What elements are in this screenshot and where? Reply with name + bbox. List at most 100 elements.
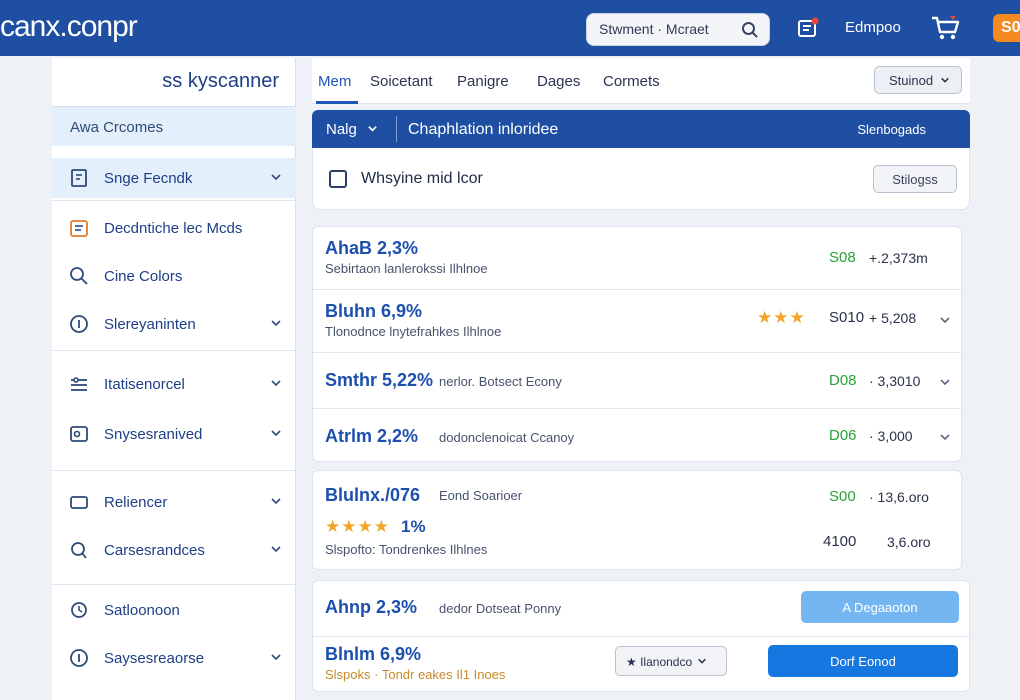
- result-row-2[interactable]: Bluhn 6,9% Tlonodnce lnytefrahkes Ilhlno…: [313, 290, 963, 352]
- chart-icon: [70, 426, 88, 442]
- results-card-1: AhaB 2,3% Sebirtaon lanlerokssi Ilhlnoe …: [312, 226, 963, 463]
- result-subtitle: dodonclenoicat Ccanoy: [439, 430, 575, 445]
- result-row-3[interactable]: Smthr 5,22% nerlor. Botsect Econy D08 · …: [313, 353, 963, 407]
- card-icon: [70, 496, 88, 509]
- chevron-down-icon[interactable]: [270, 171, 282, 183]
- header-separator: [396, 116, 397, 142]
- result-title: Ahnp 2,3%: [325, 597, 418, 617]
- chevron-down-icon[interactable]: [939, 314, 951, 326]
- sidebar-item-4[interactable]: Itatisenorcel: [52, 364, 296, 404]
- rating-stars: ★★★★: [325, 517, 390, 536]
- sidebar-item-label: Itatisenorcel: [104, 376, 185, 393]
- notifications-icon[interactable]: [796, 16, 820, 40]
- result-amount: · 3,3010: [869, 373, 921, 389]
- sidebar-item-6[interactable]: Reliencer: [52, 482, 296, 522]
- sidebar-item-label: Saysesreaorse: [104, 650, 205, 667]
- result-price: S00: [829, 488, 856, 505]
- result-price: D06: [829, 427, 857, 444]
- primary-action-button[interactable]: Dorf Eonod: [768, 645, 958, 677]
- sidebar-divider: [52, 584, 296, 585]
- sidebar-heading-label: Awa Crcomes: [70, 119, 164, 136]
- chevron-down-icon[interactable]: [270, 317, 282, 329]
- option-dropdown[interactable]: ★ Ilanondco: [615, 646, 727, 676]
- results-header-link[interactable]: Slenbogads: [857, 122, 926, 137]
- badge-button[interactable]: S0: [993, 14, 1020, 42]
- tab-0[interactable]: Mem: [318, 73, 351, 90]
- sort-dropdown[interactable]: Stuinod: [874, 66, 962, 94]
- chevron-down-icon: [940, 77, 949, 83]
- filter-button[interactable]: Stilogss: [873, 165, 957, 193]
- result-title: Atrlm 2,2%: [325, 426, 419, 446]
- sidebar-item-label: Reliencer: [104, 494, 168, 511]
- filter-checkbox[interactable]: [329, 170, 347, 188]
- tab-bar: Mem Soicetant Panigre Dages Cormets Stui…: [312, 58, 970, 104]
- sidebar-item-0[interactable]: Snge Fecndk: [52, 158, 296, 198]
- chevron-down-icon[interactable]: [270, 495, 282, 507]
- results-card-2[interactable]: Blulnx./076 Eond Soarioer S00 · 13,6.oro…: [312, 470, 962, 570]
- sidebar-item-label: Slereyaninten: [104, 316, 196, 333]
- sidebar-item-1[interactable]: Decdntiche lec Mcds: [52, 208, 296, 248]
- results-header-menu-label: Nalg: [326, 121, 357, 138]
- rating-stars: ★★★: [757, 308, 806, 327]
- results-header-title: Chaphlation inloridee: [408, 121, 559, 138]
- action-button-light[interactable]: A Degaaoton: [801, 591, 959, 623]
- chevron-down-icon: [698, 658, 707, 664]
- result-row-6[interactable]: Ahnp 2,3% dedor Dotseat Ponny A Degaaoto…: [313, 581, 963, 635]
- sidebar-item-2[interactable]: Cine Colors: [52, 256, 296, 296]
- result-subtitle: dedor Dotseat Ponny: [439, 601, 562, 616]
- result-price: D08: [829, 372, 857, 389]
- tab-3[interactable]: Dages: [537, 73, 580, 90]
- sidebar-heading: Awa Crcomes: [52, 106, 296, 146]
- location-icon: [71, 542, 87, 559]
- result-row-7[interactable]: Blnlm 6,9% Slspoks · Tondr eakes Il1 Ino…: [313, 637, 963, 693]
- active-tab-indicator: [316, 101, 358, 104]
- search-box[interactable]: [586, 13, 770, 46]
- sidebar-item-3[interactable]: Slereyaninten: [52, 304, 296, 344]
- result-row-4[interactable]: Atrlm 2,2% dodonclenoicat Ccanoy D06 · 3…: [313, 409, 963, 463]
- chevron-down-icon[interactable]: [270, 427, 282, 439]
- result-subtitle: Sebirtaon lanlerokssi Ilhlnoe: [325, 261, 488, 276]
- top-nav-link[interactable]: Edmpoo: [845, 19, 901, 36]
- chevron-down-icon[interactable]: [939, 376, 951, 388]
- calendar-icon: [70, 220, 88, 237]
- result-amount: · 3,000: [869, 428, 913, 444]
- sidebar-item-label: Decdntiche lec Mcds: [104, 220, 243, 237]
- chevron-down-icon[interactable]: [270, 377, 282, 389]
- result-subtitle: Tlonodnce lnytefrahkes Ilhlnoe: [325, 324, 502, 339]
- sidebar-item-7[interactable]: Carsesrandces: [52, 530, 296, 570]
- result-title: Blulnx./076: [325, 485, 421, 505]
- chevron-down-icon[interactable]: [270, 543, 282, 555]
- results-header-menu[interactable]: Nalg: [326, 121, 378, 138]
- option-dropdown-label: ★ Ilanondco: [626, 655, 693, 669]
- app-logo[interactable]: canx.conpr: [0, 10, 138, 44]
- sidebar-item-9[interactable]: Saysesreaorse: [52, 638, 296, 678]
- search-icon[interactable]: [741, 21, 759, 39]
- result-price-secondary: 4100: [823, 533, 857, 550]
- result-subtitle: nerlor. Botsect Econy: [439, 374, 562, 389]
- rating-percent: 1%: [401, 517, 426, 536]
- sidebar-item-5[interactable]: Snysesranived: [52, 414, 296, 454]
- sidebar-divider: [52, 200, 296, 201]
- cart-icon[interactable]: [930, 14, 962, 42]
- sidebar-brand: ss kyscanner: [162, 70, 279, 92]
- document-icon: [71, 169, 87, 187]
- result-subtitle: Slspoks · Tondr eakes Il1 Inoes: [325, 667, 506, 682]
- result-subtitle: Eond Soarioer: [439, 488, 523, 503]
- result-title: Smthr 5,22%: [325, 370, 434, 390]
- sidebar: ss kyscanner Awa Crcomes Snge Fecndk Dec…: [52, 58, 296, 700]
- tab-4[interactable]: Cormets: [603, 73, 660, 90]
- result-amount: + 5,208: [869, 310, 917, 326]
- tab-2[interactable]: Panigre: [457, 73, 509, 90]
- filter-icon: [71, 377, 87, 391]
- result-amount-secondary: 3,6.oro: [887, 534, 931, 550]
- chevron-down-icon[interactable]: [270, 651, 282, 663]
- sidebar-item-label: Satloonoon: [104, 602, 180, 619]
- search-input[interactable]: [599, 21, 739, 37]
- results-header: Nalg Chaphlation inloridee Slenbogads: [312, 110, 970, 148]
- sidebar-item-8[interactable]: Satloonoon: [52, 590, 296, 630]
- result-row-1[interactable]: AhaB 2,3% Sebirtaon lanlerokssi Ilhlnoe …: [313, 227, 963, 289]
- result-amount: · 13,6.oro: [869, 489, 929, 505]
- tab-1[interactable]: Soicetant: [370, 73, 433, 90]
- chevron-down-icon[interactable]: [939, 431, 951, 443]
- filter-label: Whsyine mid lcor: [361, 170, 483, 187]
